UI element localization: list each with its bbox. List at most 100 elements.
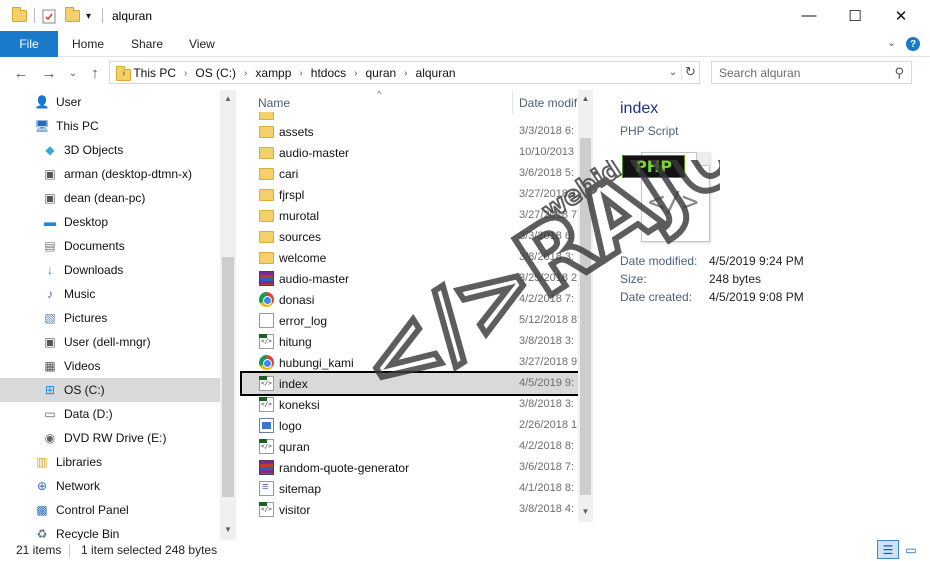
drive-icon: ▭ [44, 407, 56, 421]
tab-home[interactable]: Home [72, 37, 104, 51]
php-file-icon [259, 376, 274, 391]
crumb-quran[interactable]: quran [365, 66, 396, 80]
sidebar-item[interactable]: ↓ Downloads [0, 258, 220, 282]
scroll-up-icon[interactable]: ▲ [578, 94, 593, 103]
file-row[interactable]: audio-master 10/10/2013 [240, 142, 578, 163]
sidebar-item-label: User [56, 95, 82, 109]
file-date: 3/8/2018 4: [519, 503, 575, 515]
sidebar-item[interactable]: ▥ Libraries [0, 450, 220, 474]
sidebar-item[interactable]: ▣ dean (dean-pc) [0, 186, 220, 210]
file-row[interactable]: visitor 3/8/2018 4: [240, 499, 578, 520]
documents-icon: ▤ [44, 239, 56, 253]
up-arrow-icon[interactable]: ↑ [84, 62, 106, 84]
file-row[interactable]: donasi 4/2/2018 7: [240, 289, 578, 310]
sidebar-item[interactable]: ◉ DVD RW Drive (E:) [0, 426, 220, 450]
chevron-down-icon[interactable]: ⌄ [887, 36, 896, 49]
sidebar-item[interactable]: ⊕ Network [0, 474, 220, 498]
address-dropdown-icon[interactable]: ⌄ [666, 65, 680, 79]
file-row[interactable]: error_log 5/12/2018 8 [240, 310, 578, 331]
file-row[interactable]: hubungi_kami 3/27/2018 9 [240, 352, 578, 373]
sidebar-item[interactable]: ▬ Desktop [0, 210, 220, 234]
nav-scrollbar-thumb[interactable] [222, 257, 234, 497]
close-button[interactable]: ✕ [878, 0, 924, 31]
file-date: 4/2/2018 7: [519, 293, 575, 305]
file-date: 4/2/2018 8: [519, 440, 575, 452]
column-name[interactable]: Name [258, 96, 290, 110]
column-divider[interactable] [512, 90, 513, 114]
sidebar-item[interactable]: ◆ 3D Objects [0, 138, 220, 162]
file-row[interactable]: random-quote-generator 3/6/2018 7: [240, 457, 578, 478]
crumb-alquran[interactable]: alquran [416, 66, 456, 80]
title-separator [102, 8, 103, 23]
tab-share[interactable]: Share [131, 37, 163, 51]
back-arrow-icon[interactable]: ← [10, 62, 32, 84]
properties-icon[interactable] [42, 7, 56, 25]
scroll-up-icon[interactable]: ▲ [222, 94, 234, 103]
help-icon[interactable]: ? [906, 37, 920, 51]
sidebar-item[interactable]: ▤ Documents [0, 234, 220, 258]
chevron-right-icon[interactable]: › [299, 68, 302, 79]
cube-icon: ◆ [45, 143, 55, 157]
refresh-icon[interactable]: ↻ [681, 63, 699, 81]
crumb-os-c[interactable]: OS (C:) [195, 66, 236, 80]
file-row[interactable]: cari 3/6/2018 5: [240, 163, 578, 184]
sidebar-item[interactable]: ⊞ OS (C:) [0, 378, 220, 402]
tab-file[interactable]: File [0, 31, 58, 57]
file-row[interactable]: index 4/5/2019 9: [240, 371, 578, 396]
sidebar-item[interactable]: ♪ Music [0, 282, 220, 306]
chevron-right-icon[interactable]: › [244, 68, 247, 79]
chevron-right-icon[interactable]: › [354, 68, 357, 79]
file-row[interactable]: koneksi 3/8/2018 3: [240, 394, 578, 415]
sidebar-item[interactable]: ▣ arman (desktop-dtmn-x) [0, 162, 220, 186]
customize-toolbar-icon[interactable]: ▾ [86, 7, 91, 25]
file-row[interactable]: sitemap 4/1/2018 8: [240, 478, 578, 499]
sidebar-item[interactable]: 🖥 This PC [0, 114, 220, 138]
file-row[interactable]: murotal 3/27/2018 7 [240, 205, 578, 226]
scroll-down-icon[interactable]: ▼ [222, 525, 234, 534]
sidebar-item-label: Documents [64, 239, 125, 253]
file-row[interactable]: quran 4/2/2018 8: [240, 436, 578, 457]
sidebar-item[interactable]: 👤 User [0, 90, 220, 114]
scroll-down-icon[interactable]: ▼ [578, 507, 593, 516]
sidebar-item[interactable]: ▣ User (dell-mngr) [0, 330, 220, 354]
forward-arrow-icon[interactable]: → [38, 62, 60, 84]
large-icons-view-icon[interactable]: ▭ [900, 540, 922, 559]
file-name: sitemap [279, 482, 322, 496]
sidebar-item-label: arman (desktop-dtmn-x) [64, 167, 193, 181]
crumb-this-pc[interactable]: This PC [133, 66, 176, 80]
new-folder-icon[interactable] [65, 7, 80, 25]
recent-locations-icon[interactable]: ⌄ [62, 62, 84, 84]
details-view-icon[interactable]: ☰ [877, 540, 899, 559]
crumb-htdocs[interactable]: htdocs [311, 66, 346, 80]
sidebar-item-label: dean (dean-pc) [64, 191, 146, 205]
file-date: 10/10/2013 [519, 146, 575, 158]
address-bar[interactable]: › This PC › OS (C:) › xampp › htdocs › q… [109, 61, 700, 84]
status-selection: 1 item selected 248 bytes [81, 543, 218, 557]
file-name: koneksi [279, 398, 320, 412]
sidebar-item[interactable]: ▦ Videos [0, 354, 220, 378]
column-date-modified[interactable]: Date modif [519, 96, 577, 110]
minimize-button[interactable]: — [786, 0, 832, 31]
file-row[interactable]: hitung 3/8/2018 3: [240, 331, 578, 352]
sidebar-item-label: DVD RW Drive (E:) [64, 431, 167, 445]
file-row[interactable]: sources 3/3/2018 6: [240, 226, 578, 247]
sidebar-item[interactable]: ▩ Control Panel [0, 498, 220, 522]
file-row[interactable]: assets 3/3/2018 6: [240, 121, 578, 142]
sidebar-item[interactable]: ▧ Pictures [0, 306, 220, 330]
sidebar-item[interactable]: ▭ Data (D:) [0, 402, 220, 426]
status-item-count: 21 items [16, 543, 62, 557]
maximize-button[interactable]: ☐ [832, 0, 878, 31]
sidebar-item[interactable]: ♻ Recycle Bin [0, 522, 220, 540]
crumb-xampp[interactable]: xampp [255, 66, 291, 80]
file-date: 3/27/2018 9 [519, 356, 578, 368]
search-input[interactable]: Search alquran ⚲ [711, 61, 912, 84]
chevron-right-icon[interactable]: › [404, 68, 407, 79]
file-row[interactable]: audio-master 3/25/2018 2 [240, 268, 578, 289]
file-row[interactable]: fjrspl 3/27/2018 1 [240, 184, 578, 205]
file-list-scrollbar-thumb[interactable] [580, 138, 591, 495]
file-name: error_log [279, 314, 328, 328]
chevron-right-icon[interactable]: › [184, 68, 187, 79]
file-row[interactable]: welcome 3/8/2018 3: [240, 247, 578, 268]
tab-view[interactable]: View [189, 37, 215, 51]
file-row[interactable]: logo 2/26/2018 1 [240, 415, 578, 436]
